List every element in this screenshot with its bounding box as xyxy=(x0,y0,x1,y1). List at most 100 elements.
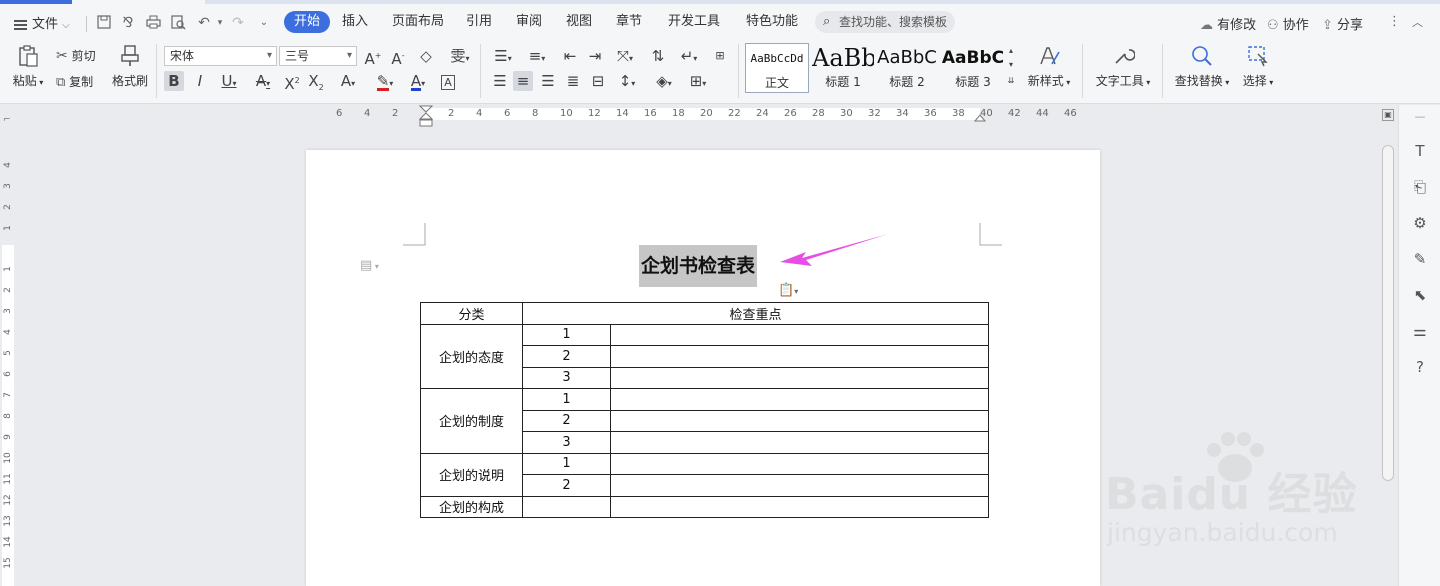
document-info-icon[interactable]: ⎗ xyxy=(1410,177,1430,197)
styles-expand-icon[interactable]: ⇊ xyxy=(1005,74,1017,94)
category-cell[interactable]: 企划的说明 xyxy=(420,452,523,497)
item-number-cell[interactable]: 1 xyxy=(522,452,611,475)
shading-icon[interactable]: ◈▾ xyxy=(650,71,678,91)
justify-icon[interactable]: ≣ xyxy=(563,71,583,91)
new-style-button[interactable]: 新样式 ▾ xyxy=(1024,44,1074,89)
tab-page-layout[interactable]: 页面布局 xyxy=(384,11,452,33)
bullet-list-icon[interactable]: ☰▾ xyxy=(490,46,516,66)
header-focus-cell[interactable]: 检查重点 xyxy=(522,302,989,325)
vertical-scrollbar[interactable]: ▣ xyxy=(1378,105,1398,586)
item-number-cell[interactable] xyxy=(522,495,611,518)
paste-button[interactable]: 粘贴 ▾ xyxy=(10,44,46,89)
format-painter-button[interactable]: 格式刷 xyxy=(110,44,150,89)
category-cell[interactable]: 企划的制度 xyxy=(420,388,523,454)
vertical-ruler[interactable]: 4 3 2 1 1 2 3 4 5 6 7 8 9 10 11 12 13 14 15 xyxy=(0,123,16,586)
item-number-cell[interactable]: 3 xyxy=(522,366,611,389)
style-heading-3[interactable]: AaBbC 标题 3 xyxy=(940,43,1006,93)
underline-icon[interactable]: U▾ xyxy=(215,71,243,91)
focus-cell[interactable] xyxy=(610,495,989,518)
distributed-icon[interactable]: ⊟ xyxy=(588,71,608,91)
help-icon[interactable]: ? xyxy=(1410,357,1430,377)
tab-view[interactable]: 视图 xyxy=(558,11,600,33)
tab-insert[interactable]: 插入 xyxy=(334,11,376,33)
bold-icon[interactable]: B xyxy=(164,71,184,91)
grow-font-icon[interactable]: A+ xyxy=(363,46,383,68)
collab-button[interactable]: ⚇ 协作 xyxy=(1267,14,1309,33)
style-heading-1[interactable]: AaBb 标题 1 xyxy=(812,43,874,93)
pen-edit-icon[interactable]: ✎ xyxy=(1410,249,1430,269)
focus-cell[interactable] xyxy=(610,345,989,368)
modified-status[interactable]: ☁ 有修改 xyxy=(1200,14,1256,33)
align-center-icon[interactable]: ≡ xyxy=(513,71,533,91)
highlight-color-icon[interactable]: ✎▾ xyxy=(371,71,399,91)
customize-dropdown-icon[interactable]: ⌄ xyxy=(256,15,272,31)
tab-references[interactable]: 引用 xyxy=(458,11,500,33)
focus-cell[interactable] xyxy=(610,431,989,454)
select-button[interactable]: 选择 ▾ xyxy=(1238,44,1278,89)
checklist-table[interactable]: 分类 检查重点 企划的态度 1 2 3 企划的制度 1 2 3 企划的说明 1 2 企划的构成 xyxy=(420,302,989,518)
text-tools-button[interactable]: 文字工具 ▾ xyxy=(1092,44,1154,89)
item-number-cell[interactable]: 3 xyxy=(522,431,611,454)
focus-cell[interactable] xyxy=(610,452,989,475)
copy-button[interactable]: ⧉ 复制 xyxy=(56,73,93,90)
category-cell[interactable]: 企划的态度 xyxy=(420,323,523,389)
adjust-sliders-icon[interactable]: ⚌ xyxy=(1410,321,1430,341)
undo-dropdown-icon[interactable]: ▾ xyxy=(212,15,228,31)
line-spacing-icon[interactable]: ↕▾ xyxy=(613,71,641,91)
save-icon[interactable] xyxy=(96,15,112,31)
print-preview-icon[interactable] xyxy=(170,15,186,31)
panel-collapse-icon[interactable]: — xyxy=(1410,107,1430,127)
item-number-cell[interactable]: 1 xyxy=(522,323,611,346)
tab-review[interactable]: 审阅 xyxy=(508,11,550,33)
table-grid-icon[interactable]: ⊞ xyxy=(708,46,732,66)
search-input[interactable]: ⌕ 查找功能、搜索模板 xyxy=(815,11,955,33)
item-number-cell[interactable]: 1 xyxy=(522,388,611,411)
print-icon[interactable] xyxy=(145,15,161,31)
font-size-select[interactable]: 三号 xyxy=(279,46,357,66)
focus-cell[interactable] xyxy=(610,323,989,346)
focus-cell[interactable] xyxy=(610,474,989,497)
horizontal-ruler[interactable]: 6 4 2 2 4 6 8 10 12 14 16 18 20 22 24 26 28 30 32 34 36 38 40 4… xyxy=(0,105,1378,127)
indent-marker-icon[interactable] xyxy=(419,105,433,127)
shrink-font-icon[interactable]: A- xyxy=(388,46,408,68)
text-style-icon[interactable]: T xyxy=(1410,141,1430,161)
superscript-icon[interactable]: X2 xyxy=(282,71,302,93)
style-heading-2[interactable]: AaBbC 标题 2 xyxy=(876,43,938,93)
item-number-cell[interactable]: 2 xyxy=(522,345,611,368)
document-settings-icon[interactable]: ⚙ xyxy=(1410,213,1430,233)
document-page[interactable]: ▤ ▾ 企划书检查表 📋▾ 分类 检查重点 企划的态度 1 2 3 企划的制度 1 2 3 企划… xyxy=(306,150,1100,586)
font-name-select[interactable]: 宋体 xyxy=(164,46,277,66)
scrollbar-thumb[interactable] xyxy=(1382,145,1394,481)
undo-icon[interactable]: ↶ xyxy=(196,15,212,31)
align-right-icon[interactable]: ☰ xyxy=(538,71,558,91)
chinese-layout-icon[interactable]: ⤧▾ xyxy=(612,46,638,66)
style-normal[interactable]: AaBbCcDd 正文 xyxy=(745,43,809,93)
tab-features[interactable]: 特色功能 xyxy=(738,11,806,33)
phonetic-guide-icon[interactable]: 雯▾ xyxy=(446,46,474,66)
tab-home[interactable]: 开始 xyxy=(284,11,331,33)
paragraph-layout-icon[interactable]: ▤ ▾ xyxy=(360,258,379,273)
show-marks-icon[interactable]: ↵▾ xyxy=(676,46,702,66)
decrease-indent-icon[interactable]: ⇤ xyxy=(560,46,580,66)
find-replace-button[interactable]: 查找替换 ▾ xyxy=(1172,44,1232,89)
align-left-icon[interactable]: ☰ xyxy=(490,71,510,91)
cut-button[interactable]: ✂ 剪切 xyxy=(56,47,96,64)
italic-icon[interactable]: I xyxy=(190,71,210,91)
tab-developer[interactable]: 开发工具 xyxy=(660,11,728,33)
category-cell[interactable]: 企划的构成 xyxy=(420,495,523,518)
item-number-cell[interactable]: 2 xyxy=(522,474,611,497)
font-color-icon[interactable]: A▾ xyxy=(405,71,431,91)
strikethrough-icon[interactable]: A▾ xyxy=(250,71,276,91)
header-category-cell[interactable]: 分类 xyxy=(420,302,523,325)
export-pdf-icon[interactable]: ⅋ xyxy=(120,15,136,31)
sort-icon[interactable]: ⇅ xyxy=(648,46,668,66)
share-button[interactable]: ⇪ 分享 xyxy=(1322,14,1363,33)
char-border-icon[interactable]: A xyxy=(438,71,458,91)
increase-indent-icon[interactable]: ⇥ xyxy=(585,46,605,66)
numbered-list-icon[interactable]: ≡▾ xyxy=(524,46,550,66)
clear-format-icon[interactable]: ◇ xyxy=(416,46,436,66)
file-menu[interactable]: 文件 ⌵ xyxy=(14,13,70,32)
cursor-select-icon[interactable]: ⬉ xyxy=(1410,285,1430,305)
item-number-cell[interactable]: 2 xyxy=(522,409,611,432)
borders-icon[interactable]: ⊞▾ xyxy=(684,71,712,91)
